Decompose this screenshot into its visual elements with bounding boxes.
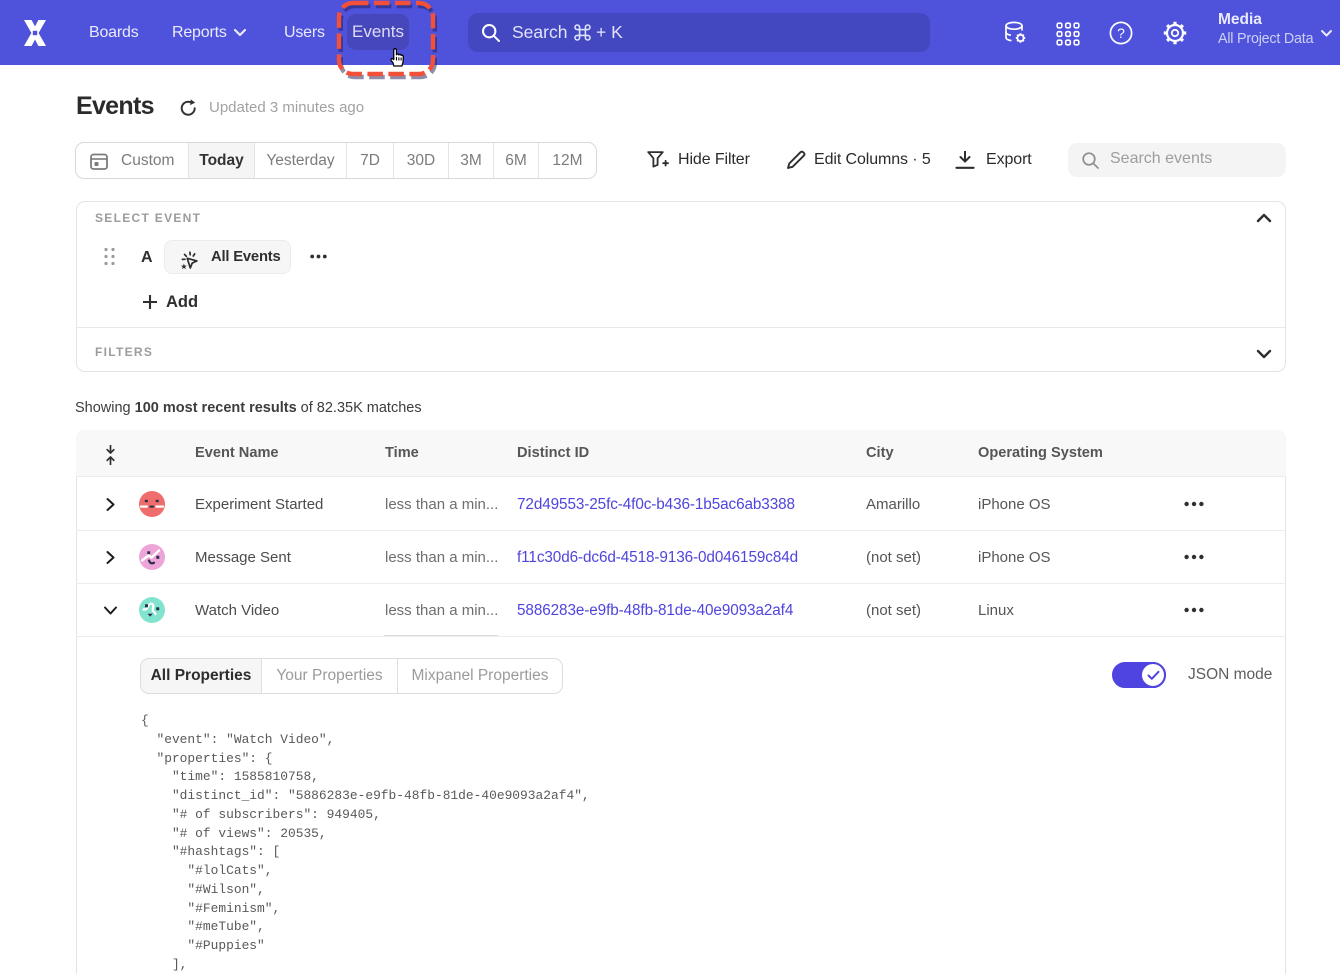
svg-text:?: ? bbox=[1117, 25, 1125, 41]
